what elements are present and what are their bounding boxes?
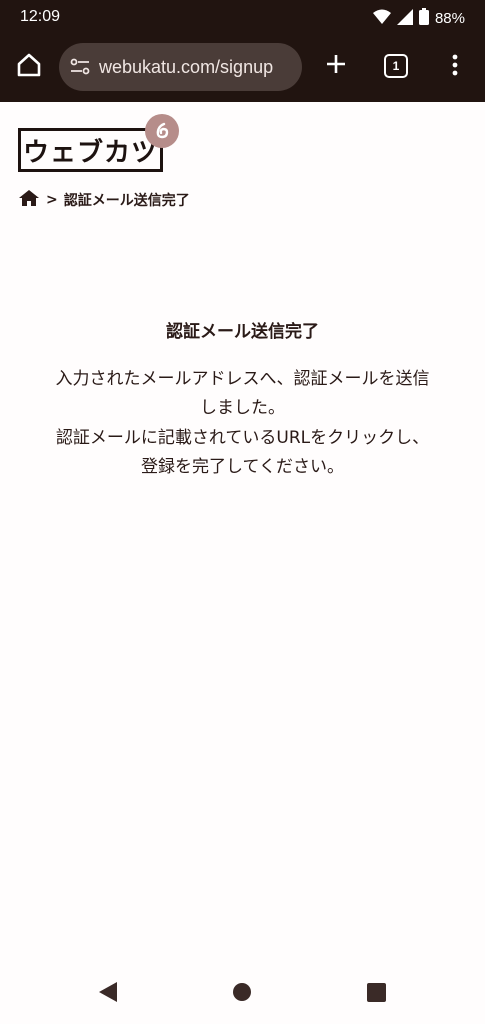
wifi-icon [372,9,391,29]
circle-home-icon [232,982,252,1006]
message-line-4: 登録を完了してください。 [141,457,344,477]
status-icons: 88% [372,8,465,29]
back-button[interactable] [97,982,119,1006]
home-icon [16,52,42,82]
logo-text: ウェブカツ [22,137,158,168]
plus-icon [325,53,347,79]
tab-switcher-button[interactable]: 1 [381,51,411,81]
tabs-icon: 1 [384,54,408,78]
status-time: 12:09 [20,8,61,25]
status-bar: 12:09 88% [0,0,485,34]
more-vert-icon [452,54,458,80]
battery-percent: 88% [434,10,465,27]
browser-toolbar: webukatu.com/signup 1 [0,34,485,102]
system-nav-bar [0,965,485,1024]
breadcrumb-current: 認証メール送信完了 [63,193,190,209]
home-nav-button[interactable] [231,983,253,1005]
breadcrumb-separator: > [46,192,58,208]
logo-badge-icon [145,114,179,148]
signal-icon [396,8,413,29]
home-button[interactable] [12,50,46,84]
tab-count: 1 [392,59,400,73]
message-line-2: しました。 [200,398,285,418]
new-tab-button[interactable] [320,50,352,82]
message-line-3: 認証メールに記載されているURLをクリックし、 [55,428,430,448]
recents-button[interactable] [365,982,387,1006]
url-bar[interactable]: webukatu.com/signup [59,43,302,91]
site-logo[interactable]: ウェブカツ [18,128,163,172]
site-settings-icon[interactable] [69,56,91,78]
url-text[interactable]: webukatu.com/signup [99,57,273,78]
battery-icon [418,8,429,29]
page-title: 認証メール送信完了 [166,322,319,342]
square-recents-icon [366,982,386,1006]
breadcrumb: > 認証メール送信完了 [18,189,190,211]
back-icon [99,982,117,1006]
home-breadcrumb-icon[interactable] [18,189,40,211]
message-line-1: 入力されたメールアドレスへ、認証メールを送信 [55,369,430,389]
menu-button[interactable] [443,50,467,84]
